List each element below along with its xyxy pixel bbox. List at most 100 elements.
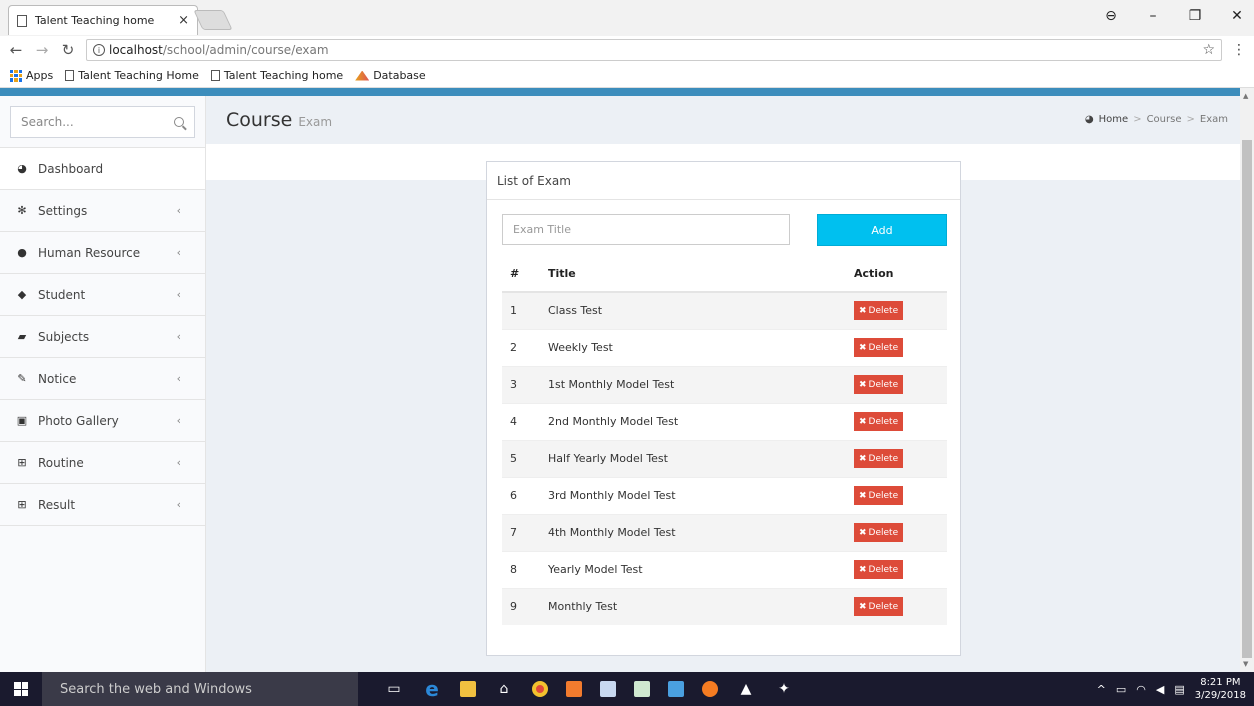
battery-icon[interactable]: ▭ (1116, 683, 1126, 696)
browser-tab[interactable]: Talent Teaching home × (8, 5, 198, 35)
delete-label: Delete (868, 342, 899, 353)
info-icon[interactable]: i (93, 44, 105, 56)
add-exam-button[interactable]: Add (817, 214, 947, 246)
sidebar-item-dashboard[interactable]: ◕ Dashboard (0, 148, 205, 190)
delete-button[interactable]: ✖ Delete (854, 338, 904, 357)
forward-icon[interactable]: → (32, 41, 52, 59)
breadcrumb-exam: Exam (1199, 114, 1228, 125)
window-close-icon[interactable]: ✕ (1228, 8, 1246, 24)
sidebar-item-routine[interactable]: ⊞ Routine ‹ (0, 442, 205, 484)
close-icon: ✖ (859, 416, 867, 427)
chevron-left-icon: ‹ (176, 330, 181, 343)
document-icon (210, 70, 220, 81)
row-action: ✖ Delete (848, 439, 947, 477)
row-number: 8 (502, 550, 540, 588)
delete-button[interactable]: ✖ Delete (854, 523, 904, 542)
edge-icon[interactable]: e (422, 677, 442, 701)
system-tray: ^ ▭ ◠ ◀ ▤ 8:21 PM 3/29/2018 (1097, 672, 1246, 706)
scroll-thumb[interactable] (1242, 140, 1252, 658)
delete-button[interactable]: ✖ Delete (854, 375, 904, 394)
photos-icon[interactable]: ▲ (736, 679, 756, 699)
volume-icon[interactable]: ◀ (1156, 683, 1164, 696)
table-row: 4 2nd Monthly Model Test ✖ Delete (502, 402, 947, 440)
firefox-icon[interactable] (702, 681, 718, 697)
table-row: 6 3rd Monthly Model Test ✖ Delete (502, 476, 947, 514)
sidebar-item-label: Routine (38, 455, 84, 470)
chevron-left-icon: ‹ (176, 204, 181, 217)
browser-menu-icon[interactable]: ⋮ (1232, 42, 1246, 58)
row-title: Half Yearly Model Test (540, 439, 848, 477)
bookmark-talent-home-1[interactable]: Talent Teaching Home (65, 69, 199, 82)
sidebar-item-photo-gallery[interactable]: ▣ Photo Gallery ‹ (0, 400, 205, 442)
page-subtitle: Exam (298, 115, 333, 129)
remote-desktop-icon[interactable] (668, 681, 684, 697)
row-action: ✖ Delete (848, 550, 947, 588)
breadcrumb-home[interactable]: Home (1099, 114, 1129, 125)
bookmark-apps[interactable]: Apps (10, 69, 53, 82)
delete-button[interactable]: ✖ Delete (854, 597, 904, 617)
row-action: ✖ Delete (848, 291, 947, 329)
search-icon[interactable] (174, 117, 184, 127)
chrome-icon[interactable] (532, 681, 548, 697)
bookmark-talent-home-2[interactable]: Talent Teaching home (210, 69, 343, 82)
top-accent-bar (0, 88, 1240, 96)
row-title: Monthly Test (540, 587, 848, 625)
sidebar-item-settings[interactable]: ✻ Settings ‹ (0, 190, 205, 232)
bookmark-database[interactable]: Database (355, 69, 426, 82)
sidebar-item-label: Human Resource (38, 245, 141, 260)
profile-icon[interactable]: ⊖ (1102, 8, 1120, 24)
back-icon[interactable]: ← (6, 41, 26, 59)
taskbar-search[interactable]: Search the web and Windows (42, 672, 358, 706)
breadcrumb-separator: > (1186, 114, 1195, 125)
notifications-icon[interactable]: ▤ (1174, 683, 1184, 696)
url-bar[interactable]: i localhost/school/admin/course/exam ☆ (86, 39, 1222, 61)
chevron-up-icon[interactable]: ^ (1097, 683, 1106, 696)
system-clock[interactable]: 8:21 PM 3/29/2018 (1195, 676, 1246, 702)
new-tab-button[interactable] (193, 10, 233, 30)
file-explorer-icon[interactable] (460, 681, 476, 697)
minimize-icon[interactable]: – (1144, 8, 1162, 24)
breadcrumb-course[interactable]: Course (1147, 114, 1182, 125)
row-number: 5 (502, 439, 540, 477)
delete-button[interactable]: ✖ Delete (854, 560, 904, 579)
restore-icon[interactable]: ❐ (1186, 8, 1204, 24)
browser-tabstrip: Talent Teaching home × ⊖ – ❐ ✕ (0, 0, 1254, 36)
store-icon[interactable]: ⌂ (494, 679, 514, 699)
tab-close-icon[interactable]: × (178, 13, 189, 28)
delete-button[interactable]: ✖ Delete (854, 301, 904, 321)
wifi-icon[interactable]: ◠ (1136, 683, 1146, 696)
sidebar-item-student[interactable]: ◆ Student ‹ (0, 274, 205, 316)
delete-button[interactable]: ✖ Delete (854, 412, 904, 431)
exam-title-input[interactable] (502, 214, 790, 245)
paint-icon[interactable]: ✦ (774, 679, 794, 699)
sidebar-item-notice[interactable]: ✎ Notice ‹ (0, 358, 205, 400)
start-button[interactable] (0, 672, 42, 706)
page-scrollbar[interactable]: ▲ ▼ (1240, 88, 1254, 672)
close-icon: ✖ (859, 453, 867, 464)
delete-label: Delete (868, 416, 899, 427)
task-view-icon[interactable]: ▭ (384, 679, 404, 699)
row-number: 9 (502, 587, 540, 625)
sidebar-item-label: Settings (38, 203, 88, 218)
row-action: ✖ Delete (848, 513, 947, 551)
close-icon: ✖ (859, 527, 867, 538)
word-icon[interactable] (600, 681, 616, 697)
delete-button[interactable]: ✖ Delete (854, 486, 904, 505)
sidebar-search (0, 96, 205, 148)
sidebar-item-result[interactable]: ⊞ Result ‹ (0, 484, 205, 526)
sidebar-item-label: Subjects (38, 329, 90, 344)
reload-icon[interactable]: ↻ (58, 41, 78, 59)
scroll-up-icon[interactable]: ▲ (1243, 92, 1248, 100)
column-header-action: Action (848, 256, 947, 293)
delete-button[interactable]: ✖ Delete (854, 449, 904, 468)
sidebar-search-input[interactable] (21, 115, 174, 129)
xampp-icon[interactable] (566, 681, 582, 697)
bookmark-star-icon[interactable]: ☆ (1202, 42, 1215, 58)
chevron-left-icon: ‹ (176, 288, 181, 301)
table-row: 3 1st Monthly Model Test ✖ Delete (502, 365, 947, 403)
scroll-down-icon[interactable]: ▼ (1243, 660, 1248, 668)
excel-icon[interactable] (634, 681, 650, 697)
sidebar-item-subjects[interactable]: ▰ Subjects ‹ (0, 316, 205, 358)
window-controls: ⊖ – ❐ ✕ (1102, 8, 1246, 24)
sidebar-item-human-resource[interactable]: ● Human Resource ‹ (0, 232, 205, 274)
